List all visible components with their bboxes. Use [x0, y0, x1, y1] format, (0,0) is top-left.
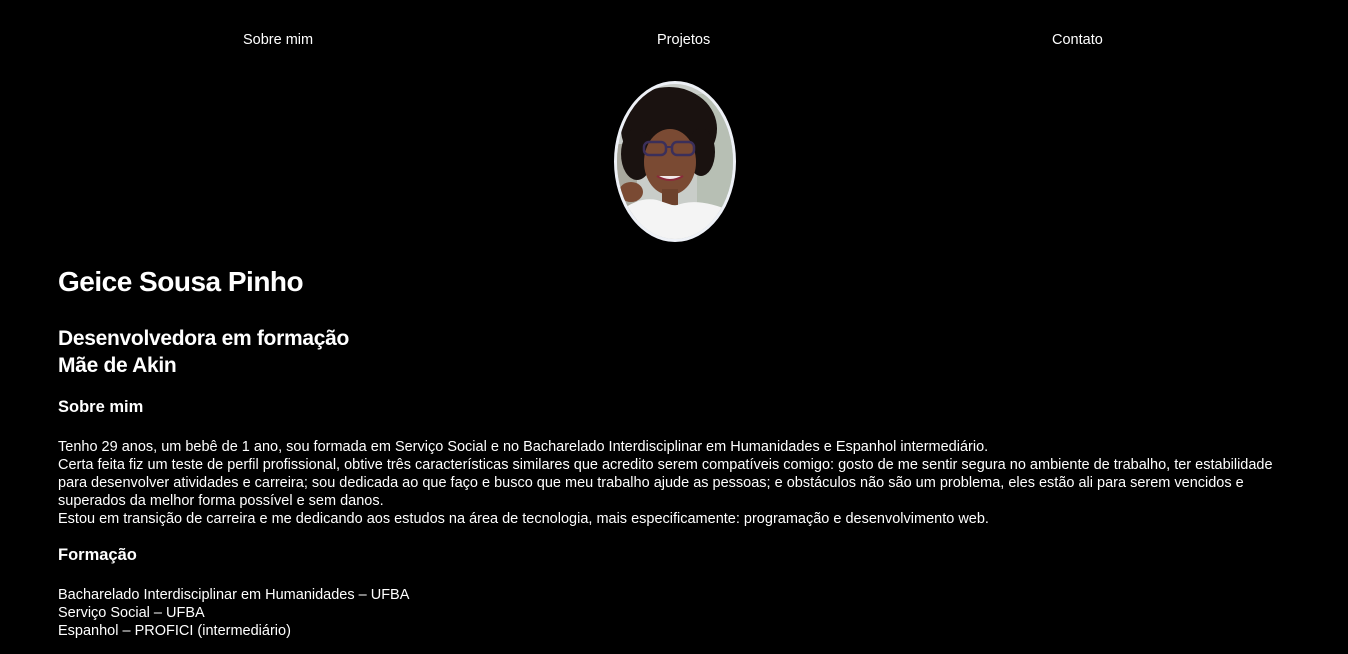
avatar: [617, 84, 733, 239]
profile-roles: Desenvolvedora em formação Mãe de Akin: [58, 325, 349, 379]
about-heading: Sobre mim: [58, 398, 144, 416]
role-line: Mãe de Akin: [58, 354, 177, 377]
profile-name: Geice Sousa Pinho: [58, 266, 304, 297]
education-item: Espanhol – PROFICI (intermediário): [58, 623, 291, 639]
role-line: Desenvolvedora em formação: [58, 327, 349, 350]
about-paragraph: Estou em transição de carreira e me dedi…: [58, 511, 989, 527]
education-list: Bacharelado Interdisciplinar em Humanida…: [58, 586, 409, 640]
nav-link-contato[interactable]: Contato: [1052, 32, 1103, 48]
education-item: Bacharelado Interdisciplinar em Humanida…: [58, 587, 410, 603]
education-item: Serviço Social – UFBA: [58, 605, 205, 621]
about-text: Tenho 29 anos, um bebê de 1 ano, sou for…: [58, 438, 1298, 528]
top-nav: Sobre mim Projetos Contato: [0, 32, 1348, 52]
education-heading: Formação: [58, 546, 137, 564]
about-paragraph: Certa feita fiz um teste de perfil profi…: [58, 457, 1273, 509]
nav-link-projetos[interactable]: Projetos: [657, 32, 710, 48]
nav-link-sobre-mim[interactable]: Sobre mim: [243, 32, 313, 48]
profile-photo: [614, 81, 736, 242]
about-paragraph: Tenho 29 anos, um bebê de 1 ano, sou for…: [58, 439, 989, 455]
